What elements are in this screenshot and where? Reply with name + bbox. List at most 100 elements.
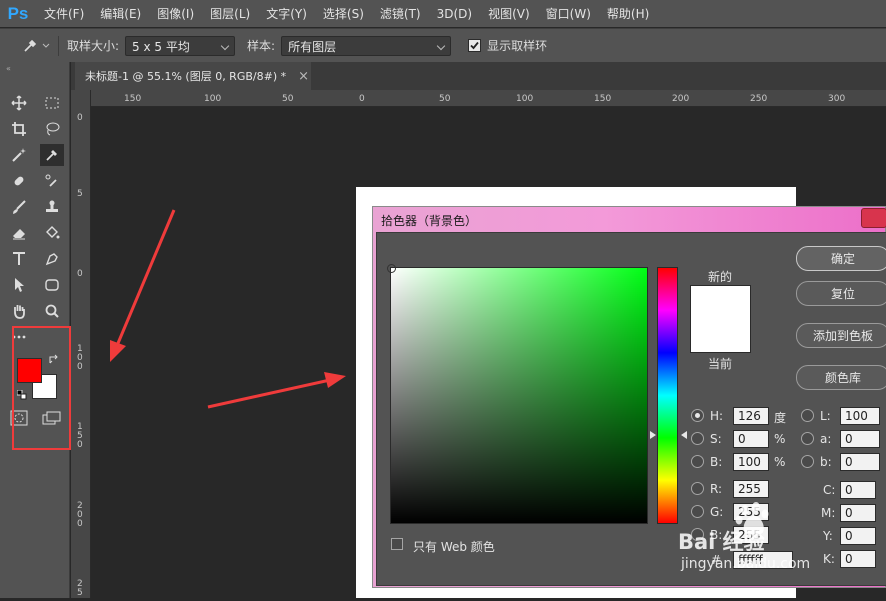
menu-help[interactable]: 帮助(H) [599,5,657,22]
hue-slider-right-handle[interactable] [681,431,687,439]
marquee-tool-icon[interactable] [40,92,64,114]
saturation-input[interactable]: 0 [733,430,769,448]
saturation-brightness-field[interactable] [387,264,648,524]
hue-unit: 度 [774,411,787,425]
sample-size-select[interactable]: 5 x 5 平均 [125,35,236,56]
show-ring-label: 显示取样环 [487,39,548,53]
baidu-watermark: Bai 经验 jingyan.baidu.com [678,498,838,578]
lab-l-radio[interactable] [801,409,814,422]
saturation-label: S: [710,432,722,446]
healing-brush-tool-icon[interactable] [7,170,31,192]
type-tool-icon[interactable] [7,248,31,270]
ok-button[interactable]: 确定 [796,246,886,271]
ruler-tick: 1 0 0 [77,344,83,372]
red-input[interactable]: 255 [733,480,769,498]
lab-a-input[interactable]: 0 [840,430,880,448]
ruler-tick: 0 [77,113,83,123]
brightness-input[interactable]: 100 [733,453,769,471]
path-selection-tool-icon[interactable] [7,274,31,296]
menu-type[interactable]: 文字(Y) [258,5,315,22]
lab-l-input[interactable]: 100 [840,407,880,425]
yellow-input[interactable]: 0 [840,527,876,545]
eyedropper-tool-icon[interactable] [40,144,64,166]
color-field-marker[interactable] [387,264,396,273]
menu-file[interactable]: 文件(F) [36,5,92,22]
hue-input[interactable]: 126 [733,407,769,425]
hue-radio[interactable] [691,409,704,422]
hue-slider-left-handle[interactable] [650,431,656,439]
ruler-tick: 100 [204,94,222,104]
tools-panel: « [0,62,71,598]
hue-slider[interactable] [657,267,678,524]
eraser-tool-icon[interactable] [7,222,31,244]
menu-layer[interactable]: 图层(L) [202,5,258,22]
show-ring-checkbox[interactable] [468,39,482,52]
lab-b-radio[interactable] [801,455,814,468]
lab-l-label: L: [820,409,831,423]
close-tab-icon[interactable]: × [298,69,309,84]
document-tab[interactable]: 未标题-1 @ 55.1% (图层 0, RGB/8#) * × [75,62,311,90]
ruler-tick: 150 [124,94,142,104]
lasso-tool-icon[interactable] [40,118,64,140]
zoom-tool-icon[interactable] [40,300,64,322]
vertical-ruler: 0 5 0 1 0 0 1 5 0 2 0 0 2 5 [71,90,91,598]
ps-logo: Ps [7,3,29,23]
lab-a-label: a: [820,432,832,446]
brightness-label: B: [710,455,723,469]
ruler-tick: 150 [594,94,612,104]
sample-label: 样本: [247,39,276,53]
ruler-tick: 100 [516,94,534,104]
add-to-swatches-button[interactable]: 添加到色板 [796,323,886,348]
menu-window[interactable]: 窗口(W) [538,5,599,22]
color-libraries-button[interactable]: 颜色库 [796,365,886,390]
saturation-unit: % [774,432,786,446]
menu-edit[interactable]: 编辑(E) [92,5,149,22]
ruler-tick: 50 [282,94,294,104]
ruler-tick: 250 [750,94,768,104]
saturation-radio[interactable] [691,432,704,445]
ruler-tick: 2 5 [77,579,83,598]
color-tools-highlight-box [12,326,71,450]
current-color-preview[interactable] [690,319,751,353]
paint-bucket-tool-icon[interactable] [40,222,64,244]
web-only-checkbox[interactable] [391,538,403,550]
rectangle-tool-icon[interactable] [40,274,64,296]
menu-view[interactable]: 视图(V) [480,5,538,22]
document-tab-bar: 未标题-1 @ 55.1% (图层 0, RGB/8#) * × [71,62,886,90]
move-tool-icon[interactable] [7,92,31,114]
horizontal-ruler: 150 100 50 0 50 100 150 200 250 300 [91,90,886,107]
cyan-label: C: [823,483,836,497]
red-radio[interactable] [691,482,704,495]
ruler-tick: 1 5 0 [77,422,83,450]
magic-wand-tool-icon[interactable] [7,144,31,166]
menu-select[interactable]: 选择(S) [315,5,372,22]
cyan-input[interactable]: 0 [840,481,876,499]
hand-tool-icon[interactable] [7,300,31,322]
ruler-tick: 0 [359,94,365,104]
pen-tool-icon[interactable] [40,248,64,270]
crop-tool-icon[interactable] [7,118,31,140]
black-input[interactable]: 0 [840,550,876,568]
close-dialog-button[interactable] [861,208,886,228]
color-sampler-tool-icon[interactable] [40,170,64,192]
web-only-label: 只有 Web 颜色 [413,540,495,554]
collapse-panel-icon[interactable]: « [6,64,11,73]
menu-filter[interactable]: 滤镜(T) [372,5,429,22]
brightness-radio[interactable] [691,455,704,468]
brush-tool-icon[interactable] [7,196,31,218]
ruler-tick: 2 0 0 [77,501,83,529]
menu-image[interactable]: 图像(I) [149,5,202,22]
sample-select[interactable]: 所有图层 [281,35,452,56]
lab-b-input[interactable]: 0 [840,453,880,471]
red-label: R: [710,482,723,496]
clone-stamp-tool-icon[interactable] [40,196,64,218]
ruler-tick: 0 [77,269,83,279]
reset-button[interactable]: 复位 [796,281,886,306]
menu-3d[interactable]: 3D(D) [429,7,480,21]
lab-a-radio[interactable] [801,432,814,445]
eyedropper-preset-icon[interactable] [22,38,52,54]
magenta-input[interactable]: 0 [840,504,876,522]
sample-size-label: 取样大小: [67,39,120,53]
ruler-tick: 5 [77,189,83,199]
ruler-tick: 200 [672,94,690,104]
